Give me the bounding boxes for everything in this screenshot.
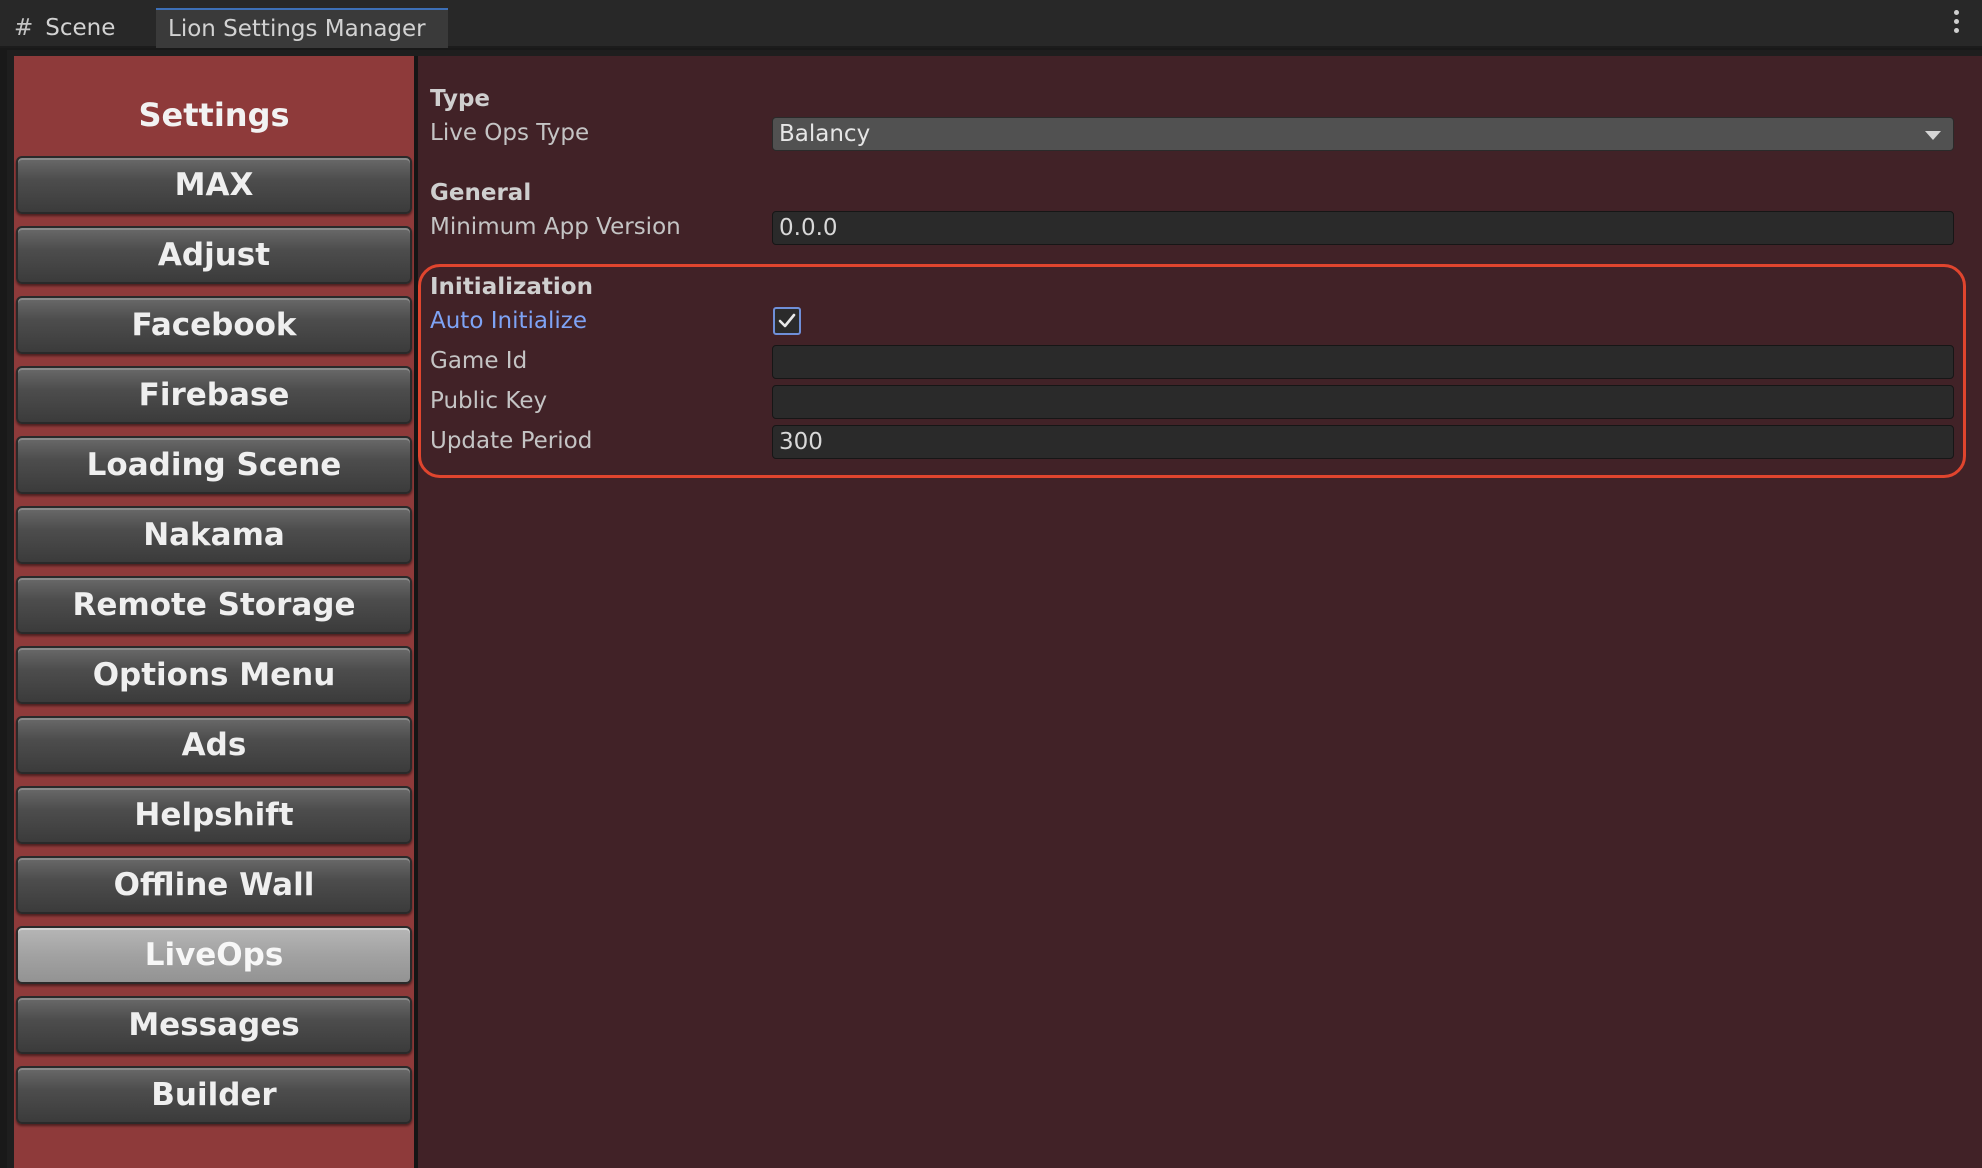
min-app-version-label: Minimum App Version xyxy=(430,214,681,240)
tab-bar: # Scene Lion Settings Manager xyxy=(0,0,1982,48)
section-heading-initialization: Initialization xyxy=(430,274,593,300)
nav-button-remote-storage[interactable]: Remote Storage xyxy=(16,576,412,634)
nav-button-nakama[interactable]: Nakama xyxy=(16,506,412,564)
auto-initialize-label: Auto Initialize xyxy=(430,308,587,334)
game-id-label: Game Id xyxy=(430,348,528,374)
tab-active-label: Lion Settings Manager xyxy=(168,16,426,42)
nav-button-options-menu[interactable]: Options Menu xyxy=(16,646,412,704)
checkmark-icon xyxy=(778,313,796,328)
sidebar-title: Settings xyxy=(138,96,290,134)
min-app-version-field[interactable]: 0.0.0 xyxy=(772,211,1954,245)
tab-scene-label: Scene xyxy=(45,15,116,41)
live-ops-type-label: Live Ops Type xyxy=(430,120,590,146)
update-period-field[interactable]: 300 xyxy=(772,425,1954,459)
nav-button-adjust[interactable]: Adjust xyxy=(16,226,412,284)
section-heading-type: Type xyxy=(430,86,491,112)
liveops-settings-panel: Type Live Ops Type Balancy General Minim… xyxy=(418,56,1982,1168)
nav-button-max[interactable]: MAX xyxy=(16,156,412,214)
update-period-label: Update Period xyxy=(430,428,593,454)
nav-button-messages[interactable]: Messages xyxy=(16,996,412,1054)
sidebar: Settings MAX Adjust Facebook Firebase Lo… xyxy=(14,56,414,1168)
nav-button-loading-scene[interactable]: Loading Scene xyxy=(16,436,412,494)
more-options-icon[interactable] xyxy=(1954,10,1960,33)
auto-initialize-checkbox[interactable] xyxy=(773,307,801,335)
nav-button-liveops[interactable]: LiveOps xyxy=(16,926,412,984)
tab-lion-settings-manager[interactable]: Lion Settings Manager xyxy=(156,8,448,48)
nav-button-firebase[interactable]: Firebase xyxy=(16,366,412,424)
public-key-field[interactable] xyxy=(772,385,1954,419)
nav-button-facebook[interactable]: Facebook xyxy=(16,296,412,354)
nav-button-offline-wall[interactable]: Offline Wall xyxy=(16,856,412,914)
grid-icon: # xyxy=(14,15,34,41)
tab-scene[interactable]: # Scene xyxy=(12,8,154,48)
game-id-field[interactable] xyxy=(772,345,1954,379)
live-ops-type-value: Balancy xyxy=(779,121,871,147)
dropdown-arrow-icon xyxy=(1925,131,1941,140)
section-heading-general: General xyxy=(430,180,532,206)
nav-button-ads[interactable]: Ads xyxy=(16,716,412,774)
nav-button-helpshift[interactable]: Helpshift xyxy=(16,786,412,844)
nav-button-builder[interactable]: Builder xyxy=(16,1066,412,1124)
live-ops-type-dropdown[interactable]: Balancy xyxy=(772,117,1954,151)
public-key-label: Public Key xyxy=(430,388,548,414)
